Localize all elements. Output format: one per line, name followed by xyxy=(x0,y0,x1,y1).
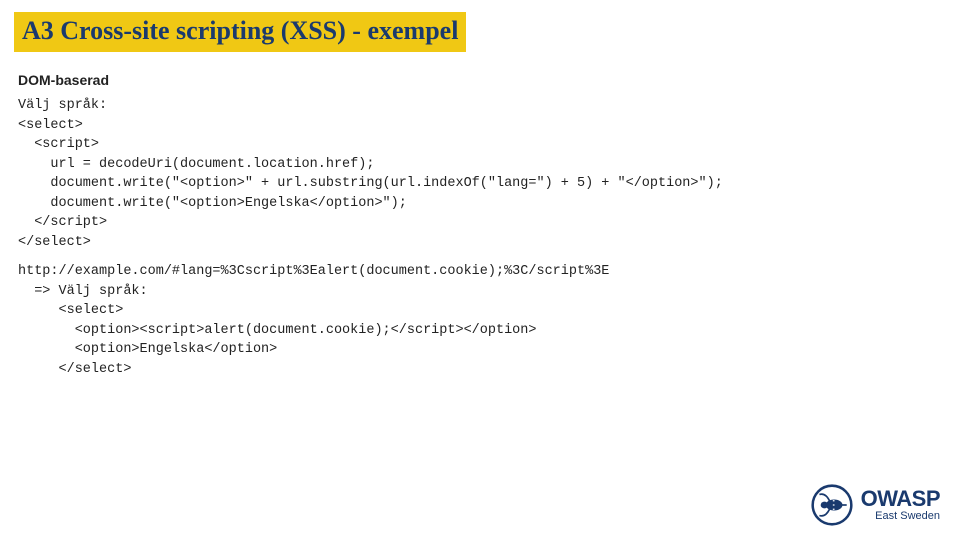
code-block-2: http://example.com/#lang=%3Cscript%3Eale… xyxy=(18,262,609,379)
logo-main-text: OWASP xyxy=(861,488,940,510)
logo-sub-text: East Sweden xyxy=(861,511,940,522)
subheading: DOM-baserad xyxy=(18,72,109,88)
code-block-1: Välj språk: <select> <script> url = deco… xyxy=(18,96,723,253)
slide-title: A3 Cross-site scripting (XSS) - exempel xyxy=(14,12,466,52)
logo-text: OWASP East Sweden xyxy=(861,488,940,522)
owasp-logo: OWASP East Sweden xyxy=(811,484,940,526)
wasp-icon xyxy=(811,484,853,526)
